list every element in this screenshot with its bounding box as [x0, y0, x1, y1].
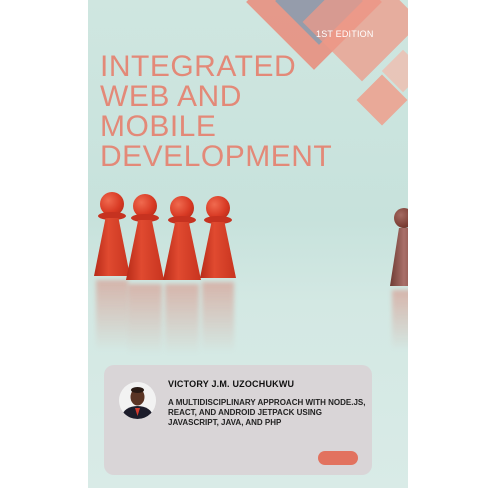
title-line: MOBILE [100, 110, 217, 143]
red-pawn-figure [163, 196, 201, 364]
author-avatar [119, 382, 156, 419]
red-pawn-figure [94, 192, 130, 362]
book-subtitle: A MULTIDISCIPLINARY APPROACH WITH NODE.J… [168, 398, 366, 427]
red-pawn-figure [200, 196, 236, 364]
author-name: VICTORY J.M. UZOCHUKWU [168, 379, 295, 389]
book-title: INTEGRATED WEB AND MOBILE DEVELOPMENT [100, 52, 332, 172]
accent-pill [318, 451, 358, 465]
edition-label: 1ST EDITION [316, 29, 374, 39]
distant-pawn-figure [390, 208, 408, 358]
author-card: VICTORY J.M. UZOCHUKWU A MULTIDISCIPLINA… [104, 365, 372, 475]
title-line: INTEGRATED [100, 50, 297, 83]
title-line: WEB AND [100, 80, 242, 113]
red-pawn-figure [126, 194, 164, 364]
title-line: DEVELOPMENT [100, 140, 333, 173]
